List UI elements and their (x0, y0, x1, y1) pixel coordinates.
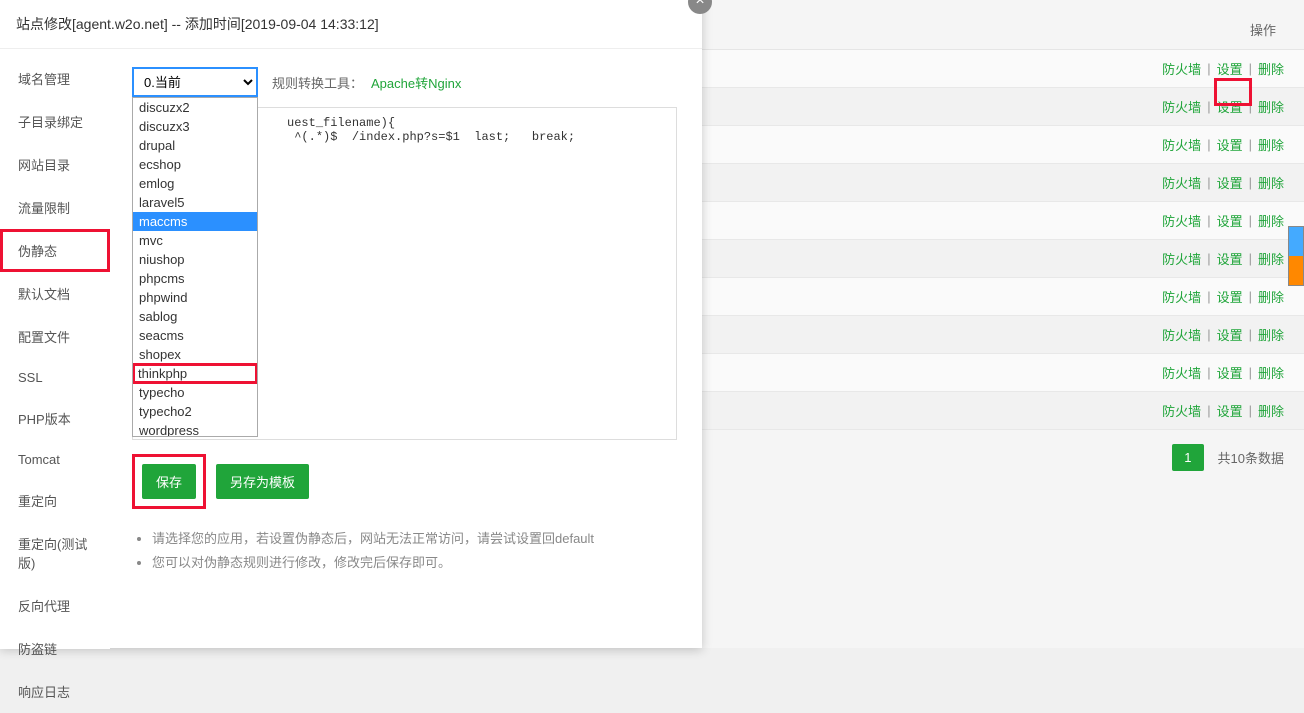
row-action-防火墙[interactable]: 防火墙 (1162, 97, 1201, 116)
table-row: 防火墙 | 设置 | 删除 (702, 126, 1304, 164)
row-action-删除[interactable]: 删除 (1258, 59, 1284, 78)
row-action-设置[interactable]: 设置 (1217, 325, 1243, 344)
col-operations: 操作 (1250, 20, 1276, 39)
sidebar: 域名管理子目录绑定网站目录流量限制伪静态默认文档配置文件SSLPHP版本Tomc… (0, 49, 110, 649)
dropdown-item-maccms[interactable]: maccms (133, 212, 257, 231)
table-header: 操作 (702, 0, 1304, 50)
row-action-删除[interactable]: 删除 (1258, 135, 1284, 154)
dropdown-item-mvc[interactable]: mvc (133, 231, 257, 250)
row-action-设置[interactable]: 设置 (1217, 249, 1243, 268)
row-action-删除[interactable]: 删除 (1258, 325, 1284, 344)
dropdown-item-typecho2[interactable]: typecho2 (133, 402, 257, 421)
page-1-button[interactable]: 1 (1172, 444, 1203, 471)
save-button[interactable]: 保存 (142, 464, 196, 499)
sidebar-item-12[interactable]: 反向代理 (0, 584, 110, 627)
dropdown-item-sablog[interactable]: sablog (133, 307, 257, 326)
row-action-防火墙[interactable]: 防火墙 (1162, 287, 1201, 306)
row-action-防火墙[interactable]: 防火墙 (1162, 249, 1201, 268)
dropdown-item-typecho[interactable]: typecho (133, 383, 257, 402)
row-action-设置[interactable]: 设置 (1217, 401, 1243, 420)
row-action-设置[interactable]: 设置 (1217, 59, 1243, 78)
dropdown-item-discuzx3[interactable]: discuzx3 (133, 117, 257, 136)
sidebar-item-11[interactable]: 重定向(测试版) (0, 522, 110, 584)
dropdown-item-discuzx2[interactable]: discuzx2 (133, 98, 257, 117)
sidebar-item-8[interactable]: PHP版本 (0, 397, 110, 440)
row-action-防火墙[interactable]: 防火墙 (1162, 173, 1201, 192)
table-row: 防火墙 | 设置 | 删除 (702, 354, 1304, 392)
content-area: 0.当前 规则转换工具： Apache转Nginx discuzx2discuz… (110, 49, 702, 649)
dropdown-item-niushop[interactable]: niushop (133, 250, 257, 269)
dropdown-item-seacms[interactable]: seacms (133, 326, 257, 345)
row-action-防火墙[interactable]: 防火墙 (1162, 59, 1201, 78)
dropdown-item-phpwind[interactable]: phpwind (133, 288, 257, 307)
table-row: 防火墙 | 设置 | 删除 (702, 392, 1304, 430)
table-row: 防火墙 | 设置 | 删除 (702, 278, 1304, 316)
row-action-设置[interactable]: 设置 (1217, 173, 1243, 192)
row-action-删除[interactable]: 删除 (1258, 287, 1284, 306)
dropdown-item-emlog[interactable]: emlog (133, 174, 257, 193)
row-action-删除[interactable]: 删除 (1258, 363, 1284, 382)
sidebar-item-5[interactable]: 默认文档 (0, 272, 110, 315)
row-action-设置[interactable]: 设置 (1217, 135, 1243, 154)
row-action-删除[interactable]: 删除 (1258, 401, 1284, 420)
template-dropdown[interactable]: discuzx2discuzx3drupalecshopemloglaravel… (132, 97, 258, 437)
row-action-设置[interactable]: 设置 (1217, 363, 1243, 382)
sidebar-item-7[interactable]: SSL (0, 358, 110, 397)
table-row: 防火墙 | 设置 | 删除 (702, 164, 1304, 202)
scrollbar-indicator[interactable] (1288, 226, 1304, 286)
sidebar-item-2[interactable]: 网站目录 (0, 143, 110, 186)
tips-list: 请选择您的应用，若设置伪静态后，网站无法正常访问，请尝试设置回default 您… (132, 527, 680, 575)
dropdown-item-drupal[interactable]: drupal (133, 136, 257, 155)
row-action-删除[interactable]: 删除 (1258, 249, 1284, 268)
dropdown-item-wordpress[interactable]: wordpress (133, 421, 257, 437)
dropdown-item-ecshop[interactable]: ecshop (133, 155, 257, 174)
dropdown-item-thinkphp[interactable]: thinkphp (132, 363, 258, 384)
row-action-删除[interactable]: 删除 (1258, 211, 1284, 230)
save-highlight-annotation: 保存 (132, 454, 206, 509)
sidebar-item-1[interactable]: 子目录绑定 (0, 100, 110, 143)
background-panel: 操作 防火墙 | 设置 | 删除防火墙 | 设置 | 删除防火墙 | 设置 | … (702, 0, 1304, 648)
sidebar-item-0[interactable]: 域名管理 (0, 57, 110, 100)
highlight-settings-annotation (1214, 78, 1252, 106)
row-action-防火墙[interactable]: 防火墙 (1162, 325, 1201, 344)
template-select[interactable]: 0.当前 (132, 67, 258, 97)
table-row: 防火墙 | 设置 | 删除 (702, 240, 1304, 278)
pager-total: 共10条数据 (1218, 448, 1284, 467)
sidebar-item-6[interactable]: 配置文件 (0, 315, 110, 358)
sidebar-item-10[interactable]: 重定向 (0, 479, 110, 522)
sidebar-item-3[interactable]: 流量限制 (0, 186, 110, 229)
row-action-删除[interactable]: 删除 (1258, 97, 1284, 116)
save-as-template-button[interactable]: 另存为模板 (216, 464, 309, 499)
apache-to-nginx-link[interactable]: Apache转Nginx (371, 73, 461, 92)
row-action-防火墙[interactable]: 防火墙 (1162, 135, 1201, 154)
sidebar-item-14[interactable]: 响应日志 (0, 670, 110, 713)
row-action-防火墙[interactable]: 防火墙 (1162, 211, 1201, 230)
dropdown-item-phpcms[interactable]: phpcms (133, 269, 257, 288)
site-edit-modal: 站点修改[agent.w2o.net] -- 添加时间[2019-09-04 1… (0, 0, 702, 648)
sidebar-item-13[interactable]: 防盗链 (0, 627, 110, 670)
row-action-设置[interactable]: 设置 (1217, 211, 1243, 230)
sidebar-item-9[interactable]: Tomcat (0, 440, 110, 479)
row-action-删除[interactable]: 删除 (1258, 173, 1284, 192)
pagination: 1 共10条数据 (702, 430, 1304, 485)
dropdown-item-laravel5[interactable]: laravel5 (133, 193, 257, 212)
tip-item: 请选择您的应用，若设置伪静态后，网站无法正常访问，请尝试设置回default (152, 527, 680, 551)
table-row: 防火墙 | 设置 | 删除 (702, 202, 1304, 240)
dropdown-item-shopex[interactable]: shopex (133, 345, 257, 364)
row-action-防火墙[interactable]: 防火墙 (1162, 363, 1201, 382)
row-action-防火墙[interactable]: 防火墙 (1162, 401, 1201, 420)
tip-item: 您可以对伪静态规则进行修改，修改完后保存即可。 (152, 551, 680, 575)
convert-label: 规则转换工具： (272, 73, 363, 92)
row-action-设置[interactable]: 设置 (1217, 287, 1243, 306)
table-row: 防火墙 | 设置 | 删除 (702, 316, 1304, 354)
sidebar-item-4[interactable]: 伪静态 (0, 229, 110, 272)
modal-title: 站点修改[agent.w2o.net] -- 添加时间[2019-09-04 1… (0, 0, 702, 49)
